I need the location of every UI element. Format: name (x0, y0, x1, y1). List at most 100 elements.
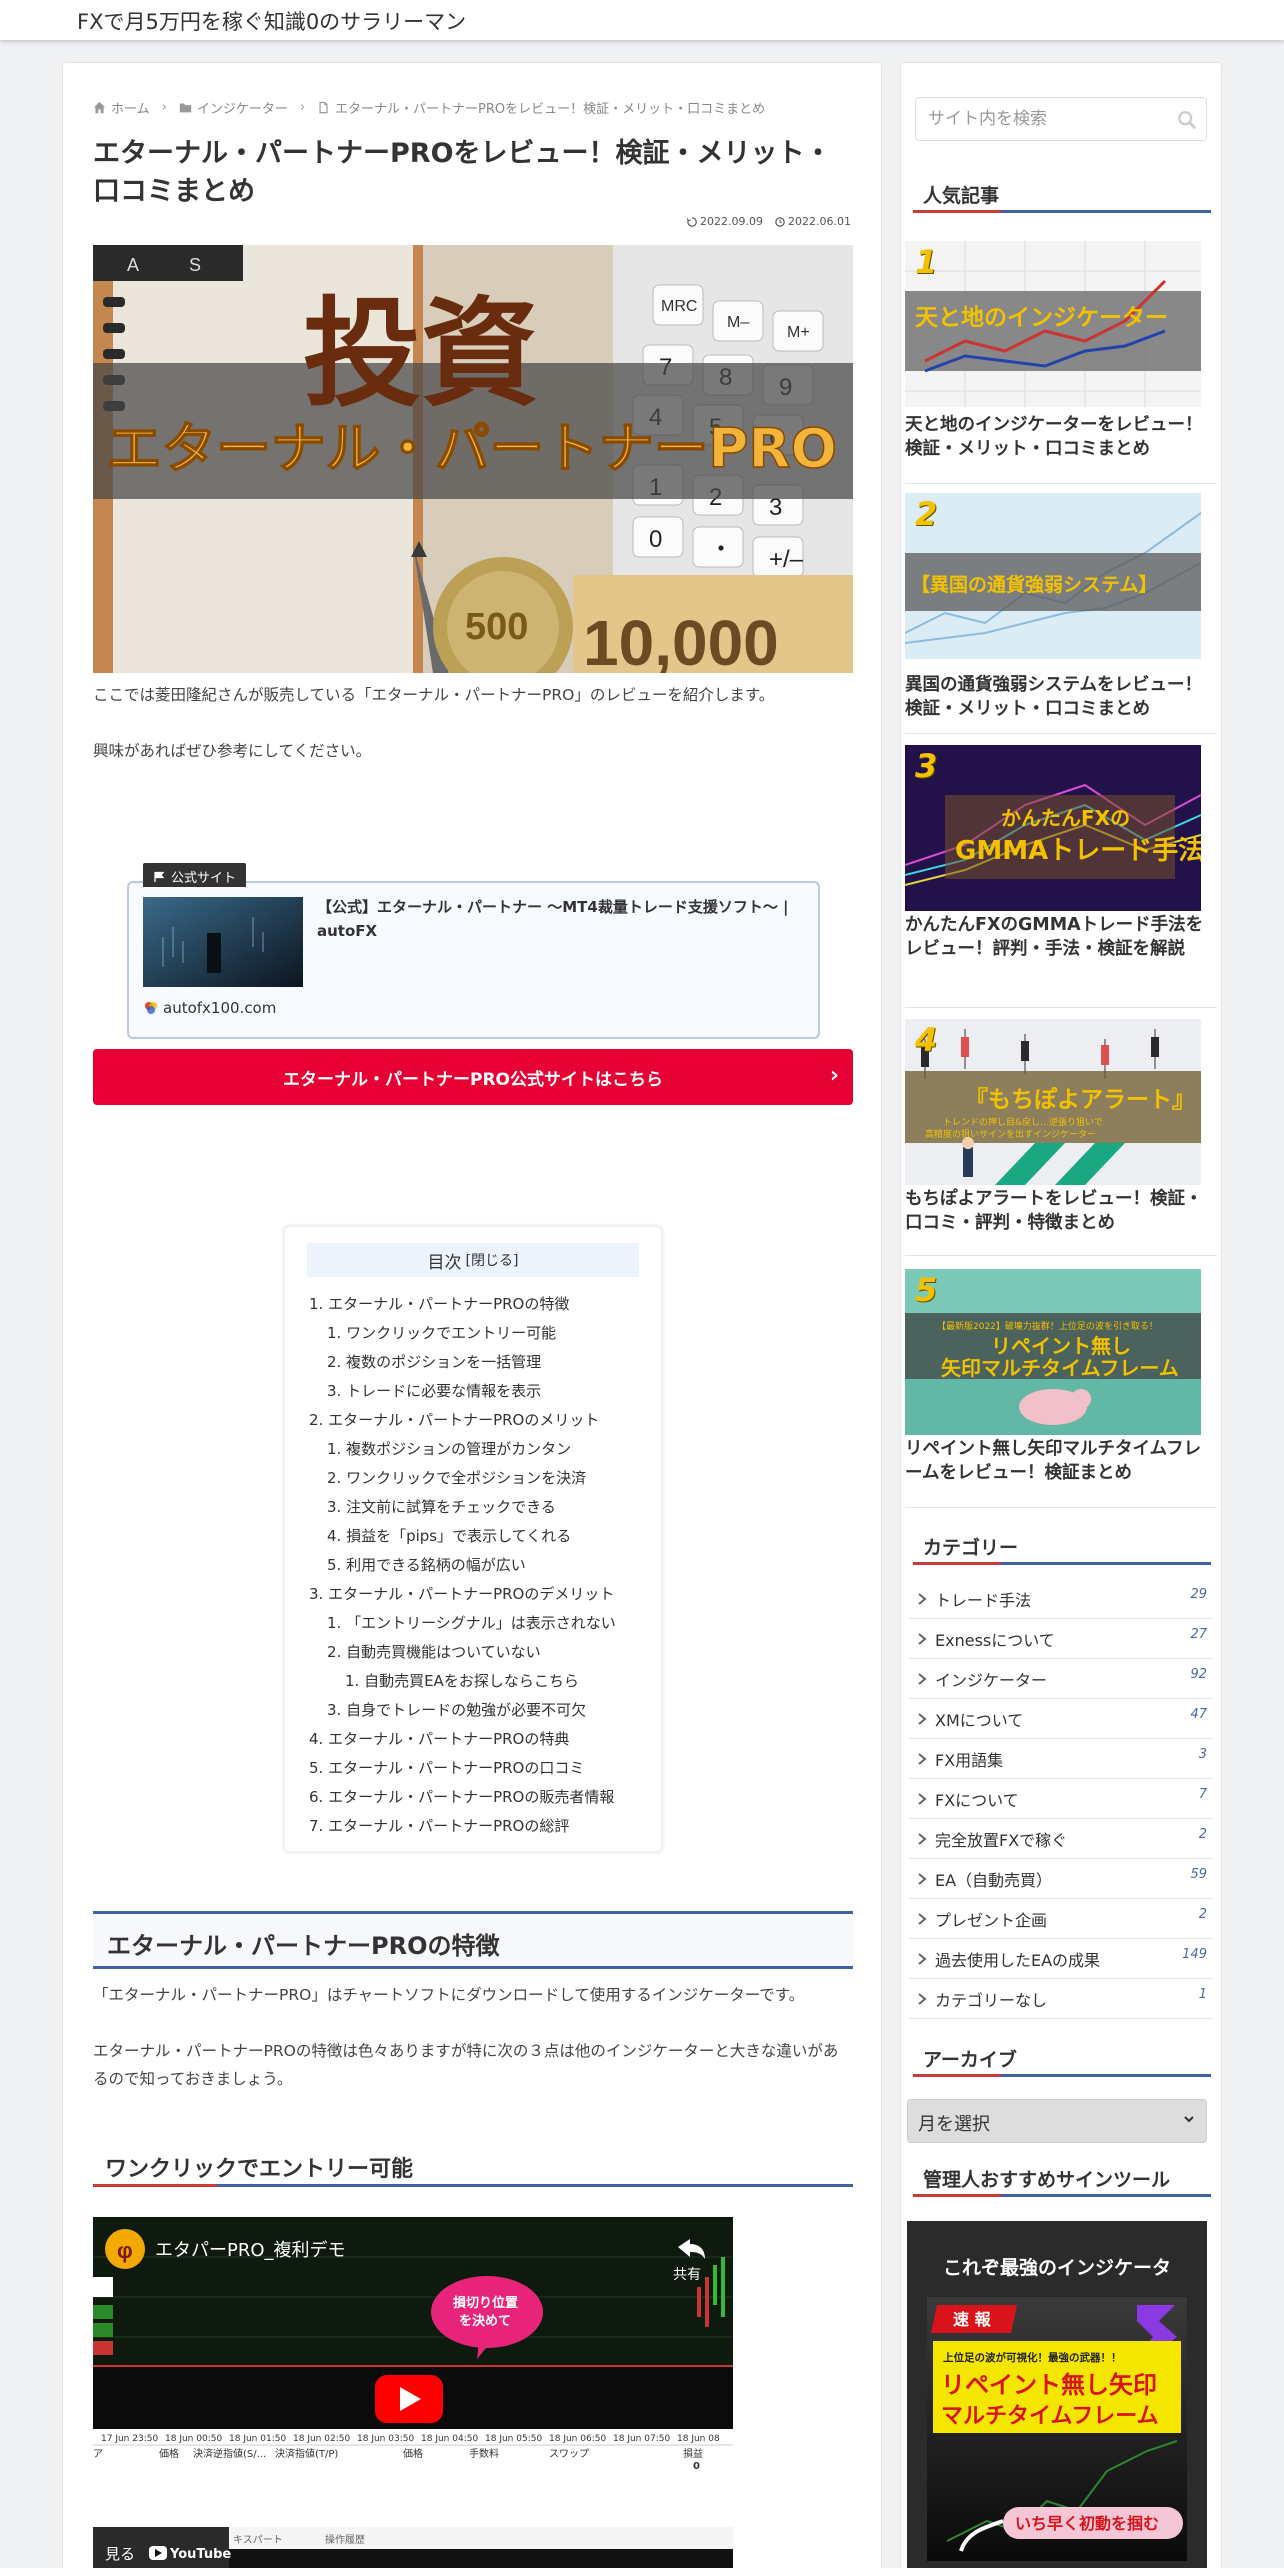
toc-item[interactable]: 1. エターナル・パートナーPROの特徴 (309, 1293, 569, 1314)
breadcrumb-home[interactable]: ホーム (93, 98, 150, 117)
popular-thumb: 【最新版2022】破壊力抜群！上位足の波を引き取る！ リペイント無し 矢印マルチ… (905, 1269, 1201, 1435)
archive-select[interactable]: 月を選択 (907, 2099, 1207, 2143)
popular-thumb: かんたんFXの GMMAトレード手法 3 (905, 745, 1201, 911)
toc-toggle-button[interactable]: [閉じる] (466, 1250, 519, 1270)
toc-item[interactable]: 1. ワンクリックでエントリー可能 (327, 1322, 556, 1343)
category-item[interactable]: インジケーター 92 (909, 1659, 1213, 1699)
key-0: 0 (649, 526, 662, 553)
toc-item[interactable]: 3. トレードに必要な情報を表示 (327, 1380, 541, 1401)
site-title[interactable]: FXで月5万円を稼ぐ知識0のサラリーマン (77, 6, 466, 36)
popular-banner: 【異国の通貨強弱システム】 (911, 573, 1157, 596)
toc-item[interactable]: 3. エターナル・パートナーPROのデメリット (309, 1583, 614, 1604)
category-item[interactable]: FX用語集 3 (909, 1739, 1213, 1779)
search-box (915, 97, 1207, 141)
category-item[interactable]: トレード手法 29 (909, 1579, 1213, 1619)
popular-item[interactable]: かんたんFXの GMMAトレード手法 3 かんたんFXのGMMAトレード手法をレ… (905, 745, 1217, 1005)
recommend-ad-banner[interactable]: これぞ最強のインジケータ 速 報 上位足の波が可視化！最強の武器！！ リペイント… (907, 2221, 1207, 2568)
toc-item[interactable]: 1. 自動売買EAをお探しならこちら (345, 1670, 579, 1691)
popular-item[interactable]: 天と地のインジケーター 1 天と地のインジケーターをレビュー！検証・メリット・口… (905, 241, 1217, 473)
video-time-label: 18 Jun 00:50 (165, 2434, 222, 2444)
ad-line3: マルチタイムフレーム (941, 2404, 1159, 2429)
category-item[interactable]: 過去使用したEAの成果 149 (909, 1939, 1213, 1979)
toc-item[interactable]: 2. 自動売買機能はついていない (327, 1641, 541, 1662)
search-input[interactable] (916, 98, 1166, 140)
updated-date-text: 2022.09.09 (700, 215, 764, 228)
video-time-label: 18 Jun 06:50 (549, 2434, 606, 2444)
archive-select-value: 月を選択 (918, 2114, 990, 2135)
home-icon (93, 101, 106, 113)
category-item[interactable]: FXについて 7 (909, 1779, 1213, 1819)
play-button[interactable] (375, 2375, 443, 2423)
category-item[interactable]: プレゼント企画 2 (909, 1899, 1213, 1939)
category-count: 3 (1198, 1747, 1207, 1762)
popular-item[interactable]: 『もちぽよアラート』 トレンドの押し目&戻し…逆張り狙いで 高精度の狙いサインを… (905, 1019, 1217, 1251)
video-time-label: 18 Jun 08 (677, 2434, 720, 2444)
sidebar: 人気記事 天と地のインジケーター 1 天と地のインジケーターをレビュー！検証・メ… (900, 62, 1222, 2568)
chevron-right-icon (918, 1632, 927, 1645)
chevron-right-icon: › (829, 1063, 839, 1088)
category-count: 47 (1190, 1707, 1207, 1722)
toc-item[interactable]: 2. エターナル・パートナーPROのメリット (309, 1409, 599, 1430)
main-content: ホーム › インジケーター › エターナル・パートナーPROをレビュー！検証・メ… (62, 62, 882, 2568)
divider (905, 733, 1217, 734)
popular-thumb: 【異国の通貨強弱システム】 2 (905, 493, 1201, 659)
category-item[interactable]: EA（自動売買） 59 (909, 1859, 1213, 1899)
key-mminus: M– (727, 314, 749, 331)
intro-paragraph-1: ここでは菱田隆紀さんが販売している「エターナル・パートナーPRO」のレビューを紹… (93, 686, 775, 704)
cta-label: エターナル・パートナーPRO公式サイトはこちら (282, 1069, 663, 1090)
breadcrumb-category[interactable]: インジケーター (179, 98, 288, 117)
category-item[interactable]: Exnessについて 27 (909, 1619, 1213, 1659)
popular-banner-line2: GMMAトレード手法 (955, 836, 1201, 866)
table-zero: 0 (693, 2461, 700, 2472)
divider (905, 1007, 1217, 1008)
key-pm: +/– (769, 546, 804, 573)
search-icon[interactable] (1176, 109, 1198, 131)
toc-item[interactable]: 5. エターナル・パートナーPROの口コミ (309, 1757, 584, 1778)
toc-item[interactable]: 4. エターナル・パートナーPROの特典 (309, 1728, 569, 1749)
coin-text: 500 (465, 606, 528, 648)
section-heading: エターナル・パートナーPROの特徴 (93, 1911, 853, 1969)
chevron-right-icon (918, 1752, 927, 1765)
popular-banner: 『もちぽよアラート』 (965, 1086, 1195, 1113)
toc-item[interactable]: 7. エターナル・パートナーPROの総評 (309, 1815, 569, 1836)
category-name: プレゼント企画 (935, 1910, 1048, 1930)
eyecatch-banner-text: エターナル・パートナーPRO (107, 417, 837, 480)
toc-item[interactable]: 1. 「エントリーシグナル」は表示されない (327, 1612, 616, 1633)
official-site-cta-button[interactable]: エターナル・パートナーPRO公式サイトはこちら › (93, 1049, 853, 1105)
category-item[interactable]: XMについて 47 (909, 1699, 1213, 1739)
video-player[interactable]: φ エタパーPRO_複利デモ 共有 損切り位置 を決めて 17 Jun 23:5… (93, 2217, 733, 2472)
chevron-right-icon (918, 1872, 927, 1885)
category-item[interactable]: カテゴリーなし 1 (909, 1979, 1213, 2019)
youtube-logo-icon (149, 2546, 167, 2560)
table-header: 価格 (159, 2447, 179, 2460)
video-time-label: 18 Jun 03:50 (357, 2434, 414, 2444)
toc-item[interactable]: 2. 複数のポジションを一括管理 (327, 1351, 541, 1372)
popular-item[interactable]: 【異国の通貨強弱システム】 2 異国の通貨強弱システムをレビュー！検証・メリット… (905, 493, 1217, 725)
toc-item[interactable]: 5. 利用できる銘柄の幅が広い (327, 1554, 526, 1575)
toc-item[interactable]: 2. ワンクリックで全ポジションを決済 (327, 1467, 586, 1488)
card-domain: autofx100.com (143, 999, 276, 1017)
video-time-label: 18 Jun 02:50 (293, 2434, 350, 2444)
video-player-2[interactable]: キスパート 操作履歴 見る YouTube (93, 2527, 733, 2568)
table-header: 手数料 (469, 2447, 499, 2460)
video-title: エタパーPRO_複利デモ (155, 2240, 346, 2261)
post-dates: 2022.09.09 2022.06.01 (687, 215, 851, 228)
official-site-card[interactable]: 【公式】エターナル・パートナー ～MT4裁量トレード支援ソフト～ | autoF… (127, 881, 820, 1039)
toc-item[interactable]: 1. 複数ポジションの管理がカンタン (327, 1438, 571, 1459)
published-date: 2022.06.01 (775, 215, 851, 228)
toc-item[interactable]: 6. エターナル・パートナーPROの販売者情報 (309, 1786, 614, 1807)
toc-item[interactable]: 4. 損益を「pips」で表示してくれる (327, 1525, 571, 1546)
category-count: 2 (1198, 1827, 1207, 1842)
popular-banner-line1: リペイント無し (991, 1334, 1131, 1358)
folder-icon (179, 102, 192, 112)
category-item[interactable]: 完全放置FXで稼ぐ 2 (909, 1819, 1213, 1859)
category-count: 27 (1190, 1627, 1207, 1642)
table-header: 決済逆指値(S/... (193, 2447, 266, 2460)
section-paragraph-2: エターナル・パートナーPROの特徴は色々ありますが特に次の３点は他のインジケータ… (93, 2042, 839, 2088)
popular-item[interactable]: 【最新版2022】破壊力抜群！上位足の波を引き取る！ リペイント無し 矢印マルチ… (905, 1269, 1217, 1501)
popular-title: かんたんFXのGMMAトレード手法をレビュー！評判・手法・検証を解説 (905, 915, 1204, 959)
video-time-label: 18 Jun 04:50 (421, 2434, 478, 2444)
toc-item[interactable]: 3. 注文前に試算をチェックできる (327, 1496, 556, 1517)
ad-badge: 速 報 (953, 2310, 992, 2329)
toc-item[interactable]: 3. 自身でトレードの勉強が必要不可欠 (327, 1699, 586, 1720)
